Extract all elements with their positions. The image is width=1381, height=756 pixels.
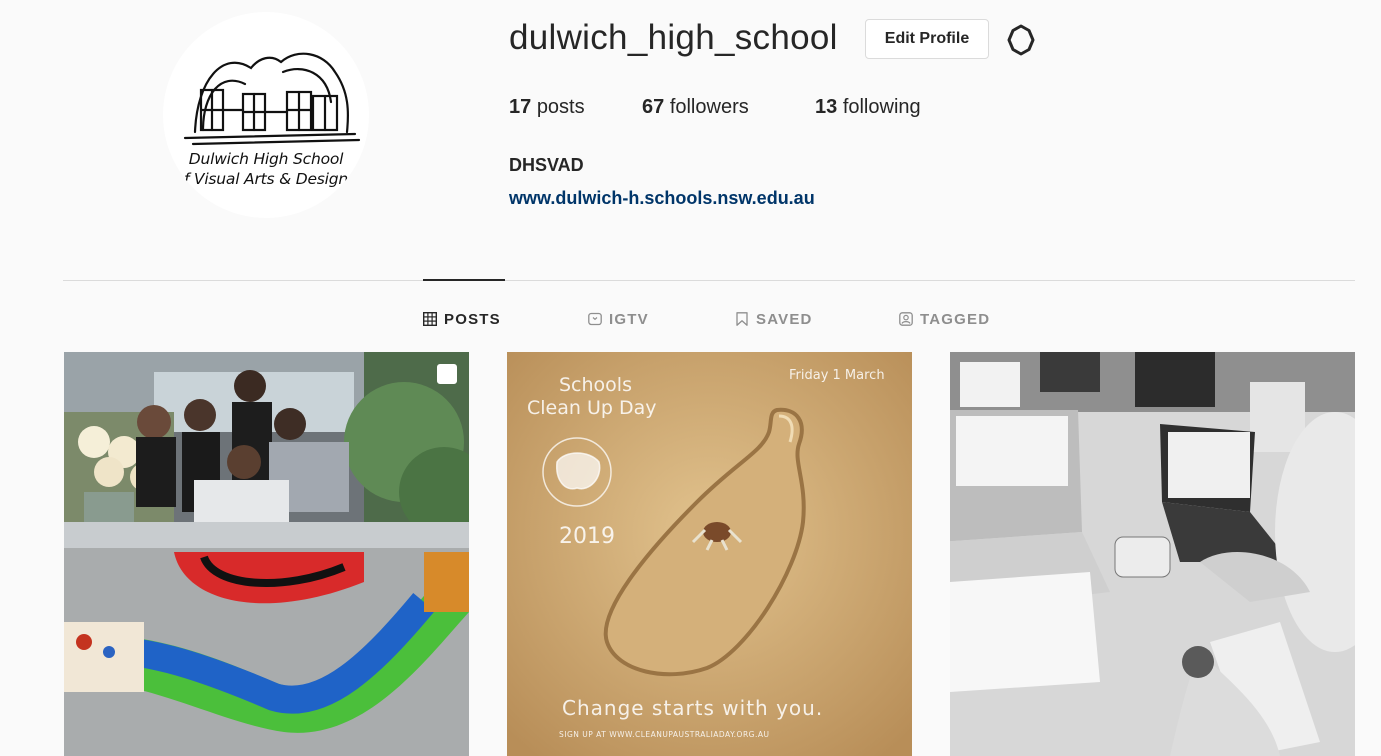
post-thumbnail[interactable]: Schools Clean Up Day 2019 Friday 1 March… bbox=[507, 352, 912, 756]
avatar-text-line-1: Dulwich High School bbox=[188, 150, 344, 168]
poster-title-line-1: Schools bbox=[559, 374, 632, 396]
tab-tagged-label: TAGGED bbox=[920, 310, 991, 328]
edit-profile-button[interactable]: Edit Profile bbox=[865, 19, 989, 59]
following-stat[interactable]: 13 following bbox=[815, 96, 921, 119]
poster-title-line-2: Clean Up Day bbox=[527, 397, 657, 419]
profile-full-name: DHSVAD bbox=[509, 155, 584, 175]
profile-page: Dulwich High School f Visual Arts & Desi… bbox=[0, 0, 1381, 756]
followers-stat[interactable]: 67 followers bbox=[642, 96, 749, 119]
active-tab-indicator bbox=[423, 279, 505, 281]
followers-count: 67 bbox=[642, 96, 665, 118]
profile-username: dulwich_high_school bbox=[509, 18, 838, 57]
settings-gear-icon[interactable] bbox=[1004, 23, 1038, 57]
posts-count-stat: 17 posts bbox=[509, 96, 585, 119]
following-count: 13 bbox=[815, 96, 838, 118]
tabs-divider bbox=[63, 280, 1355, 281]
poster-year: 2019 bbox=[559, 524, 615, 549]
poster-tagline: Change starts with you. bbox=[562, 696, 824, 720]
post-photo-laptops-bw bbox=[950, 352, 1355, 756]
tab-saved-label: SAVED bbox=[756, 310, 813, 328]
bookmark-icon bbox=[736, 312, 748, 326]
tab-saved[interactable]: SAVED bbox=[735, 309, 813, 329]
poster-date: Friday 1 March bbox=[789, 368, 885, 383]
avatar-text-line-2: f Visual Arts & Design bbox=[183, 170, 349, 188]
poster-footer: SIGN UP AT WWW.CLEANUPAUSTRALIADAY.ORG.A… bbox=[559, 730, 770, 739]
post-thumbnail[interactable] bbox=[950, 352, 1355, 756]
following-label: following bbox=[842, 96, 921, 118]
posts-label: posts bbox=[536, 96, 585, 118]
profile-website-link[interactable]: www.dulwich-h.schools.nsw.edu.au bbox=[509, 188, 815, 209]
tab-tagged[interactable]: TAGGED bbox=[899, 309, 990, 329]
tab-igtv[interactable]: IGTV bbox=[588, 309, 649, 329]
tag-person-icon bbox=[899, 312, 913, 326]
carousel-icon bbox=[437, 364, 457, 384]
tv-icon bbox=[588, 312, 602, 326]
tab-igtv-label: IGTV bbox=[609, 310, 649, 328]
posts-count: 17 bbox=[509, 96, 532, 118]
post-photo-students-mural bbox=[64, 352, 469, 756]
followers-label: followers bbox=[669, 96, 749, 118]
post-thumbnail[interactable] bbox=[64, 352, 469, 756]
tab-posts[interactable]: POSTS bbox=[423, 309, 501, 329]
profile-avatar[interactable]: Dulwich High School f Visual Arts & Desi… bbox=[163, 12, 369, 218]
grid-icon bbox=[423, 312, 437, 326]
tab-posts-label: POSTS bbox=[444, 310, 501, 328]
